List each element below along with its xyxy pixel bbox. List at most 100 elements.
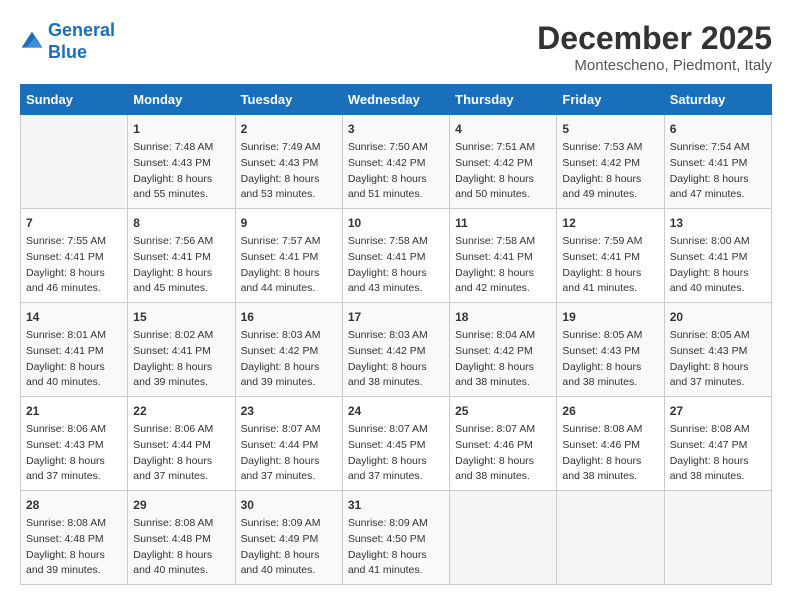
cell-content-line: Daylight: 8 hours [562, 360, 658, 376]
day-number: 15 [133, 308, 229, 326]
cell-content-line: and 44 minutes. [241, 281, 337, 297]
cell-content-line: Daylight: 8 hours [133, 548, 229, 564]
weekday-header-cell: Thursday [450, 85, 557, 115]
cell-content-line: and 43 minutes. [348, 281, 444, 297]
day-number: 30 [241, 496, 337, 514]
title-block: December 2025 Montescheno, Piedmont, Ita… [537, 20, 772, 74]
day-number: 2 [241, 120, 337, 138]
cell-content-line: Sunset: 4:42 PM [562, 156, 658, 172]
cell-content-line: Sunrise: 8:04 AM [455, 328, 551, 344]
cell-content-line: Sunrise: 8:09 AM [241, 516, 337, 532]
day-number: 3 [348, 120, 444, 138]
cell-content-line: and 38 minutes. [455, 469, 551, 485]
calendar-cell: 20Sunrise: 8:05 AMSunset: 4:43 PMDayligh… [664, 303, 771, 397]
cell-content-line: Sunrise: 8:08 AM [133, 516, 229, 532]
cell-content-line: Daylight: 8 hours [562, 454, 658, 470]
weekday-header-cell: Monday [128, 85, 235, 115]
cell-content-line: Sunset: 4:41 PM [455, 250, 551, 266]
cell-content-line: Sunrise: 7:56 AM [133, 234, 229, 250]
day-number: 17 [348, 308, 444, 326]
cell-content-line: Daylight: 8 hours [455, 266, 551, 282]
day-number: 20 [670, 308, 766, 326]
logo: General Blue [20, 20, 115, 63]
day-number: 5 [562, 120, 658, 138]
cell-content-line: Sunset: 4:46 PM [455, 438, 551, 454]
calendar-week-row: 1Sunrise: 7:48 AMSunset: 4:43 PMDaylight… [21, 115, 772, 209]
day-number: 12 [562, 214, 658, 232]
cell-content-line: Daylight: 8 hours [670, 172, 766, 188]
logo-text: General Blue [48, 20, 115, 63]
day-number: 21 [26, 402, 122, 420]
calendar-cell: 27Sunrise: 8:08 AMSunset: 4:47 PMDayligh… [664, 397, 771, 491]
cell-content-line: Sunrise: 8:06 AM [133, 422, 229, 438]
calendar-cell: 1Sunrise: 7:48 AMSunset: 4:43 PMDaylight… [128, 115, 235, 209]
cell-content-line: Sunrise: 8:09 AM [348, 516, 444, 532]
cell-content-line: Daylight: 8 hours [133, 360, 229, 376]
cell-content-line: Sunset: 4:48 PM [26, 532, 122, 548]
day-number: 22 [133, 402, 229, 420]
cell-content-line: Daylight: 8 hours [26, 454, 122, 470]
calendar-cell: 26Sunrise: 8:08 AMSunset: 4:46 PMDayligh… [557, 397, 664, 491]
calendar-cell: 2Sunrise: 7:49 AMSunset: 4:43 PMDaylight… [235, 115, 342, 209]
cell-content-line: Daylight: 8 hours [455, 360, 551, 376]
calendar-cell: 7Sunrise: 7:55 AMSunset: 4:41 PMDaylight… [21, 209, 128, 303]
day-number: 6 [670, 120, 766, 138]
cell-content-line: and 41 minutes. [348, 563, 444, 579]
calendar-table: SundayMondayTuesdayWednesdayThursdayFrid… [20, 84, 772, 585]
calendar-cell: 16Sunrise: 8:03 AMSunset: 4:42 PMDayligh… [235, 303, 342, 397]
day-number: 4 [455, 120, 551, 138]
cell-content-line: Sunset: 4:42 PM [348, 156, 444, 172]
cell-content-line: Daylight: 8 hours [348, 172, 444, 188]
day-number: 11 [455, 214, 551, 232]
day-number: 26 [562, 402, 658, 420]
calendar-cell: 30Sunrise: 8:09 AMSunset: 4:49 PMDayligh… [235, 491, 342, 585]
calendar-cell: 6Sunrise: 7:54 AMSunset: 4:41 PMDaylight… [664, 115, 771, 209]
calendar-cell: 18Sunrise: 8:04 AMSunset: 4:42 PMDayligh… [450, 303, 557, 397]
cell-content-line: and 45 minutes. [133, 281, 229, 297]
calendar-week-row: 7Sunrise: 7:55 AMSunset: 4:41 PMDaylight… [21, 209, 772, 303]
cell-content-line: and 42 minutes. [455, 281, 551, 297]
cell-content-line: Sunset: 4:43 PM [241, 156, 337, 172]
cell-content-line: Sunset: 4:41 PM [670, 250, 766, 266]
cell-content-line: Sunrise: 8:00 AM [670, 234, 766, 250]
cell-content-line: Sunrise: 7:54 AM [670, 140, 766, 156]
cell-content-line: Sunrise: 8:08 AM [26, 516, 122, 532]
calendar-cell [664, 491, 771, 585]
cell-content-line: Sunset: 4:43 PM [562, 344, 658, 360]
cell-content-line: Daylight: 8 hours [562, 266, 658, 282]
cell-content-line: Sunset: 4:41 PM [241, 250, 337, 266]
cell-content-line: Sunrise: 7:50 AM [348, 140, 444, 156]
calendar-cell: 8Sunrise: 7:56 AMSunset: 4:41 PMDaylight… [128, 209, 235, 303]
cell-content-line: Sunset: 4:42 PM [348, 344, 444, 360]
cell-content-line: and 39 minutes. [241, 375, 337, 391]
cell-content-line: Daylight: 8 hours [241, 548, 337, 564]
cell-content-line: Sunset: 4:44 PM [241, 438, 337, 454]
cell-content-line: Daylight: 8 hours [133, 266, 229, 282]
cell-content-line: Sunset: 4:43 PM [133, 156, 229, 172]
calendar-cell: 13Sunrise: 8:00 AMSunset: 4:41 PMDayligh… [664, 209, 771, 303]
calendar-cell: 19Sunrise: 8:05 AMSunset: 4:43 PMDayligh… [557, 303, 664, 397]
day-number: 31 [348, 496, 444, 514]
cell-content-line: Daylight: 8 hours [133, 454, 229, 470]
cell-content-line: Sunset: 4:43 PM [26, 438, 122, 454]
weekday-header-cell: Tuesday [235, 85, 342, 115]
calendar-cell: 5Sunrise: 7:53 AMSunset: 4:42 PMDaylight… [557, 115, 664, 209]
day-number: 24 [348, 402, 444, 420]
cell-content-line: and 38 minutes. [348, 375, 444, 391]
cell-content-line: Sunrise: 8:03 AM [348, 328, 444, 344]
cell-content-line: and 41 minutes. [562, 281, 658, 297]
cell-content-line: Sunset: 4:41 PM [133, 250, 229, 266]
calendar-cell: 17Sunrise: 8:03 AMSunset: 4:42 PMDayligh… [342, 303, 449, 397]
cell-content-line: Sunrise: 7:57 AM [241, 234, 337, 250]
cell-content-line: Daylight: 8 hours [670, 360, 766, 376]
cell-content-line: and 38 minutes. [670, 469, 766, 485]
day-number: 18 [455, 308, 551, 326]
cell-content-line: Sunrise: 7:55 AM [26, 234, 122, 250]
cell-content-line: and 51 minutes. [348, 187, 444, 203]
cell-content-line: and 37 minutes. [26, 469, 122, 485]
weekday-header-cell: Friday [557, 85, 664, 115]
calendar-cell: 10Sunrise: 7:58 AMSunset: 4:41 PMDayligh… [342, 209, 449, 303]
calendar-week-row: 14Sunrise: 8:01 AMSunset: 4:41 PMDayligh… [21, 303, 772, 397]
calendar-cell: 31Sunrise: 8:09 AMSunset: 4:50 PMDayligh… [342, 491, 449, 585]
cell-content-line: and 38 minutes. [562, 469, 658, 485]
